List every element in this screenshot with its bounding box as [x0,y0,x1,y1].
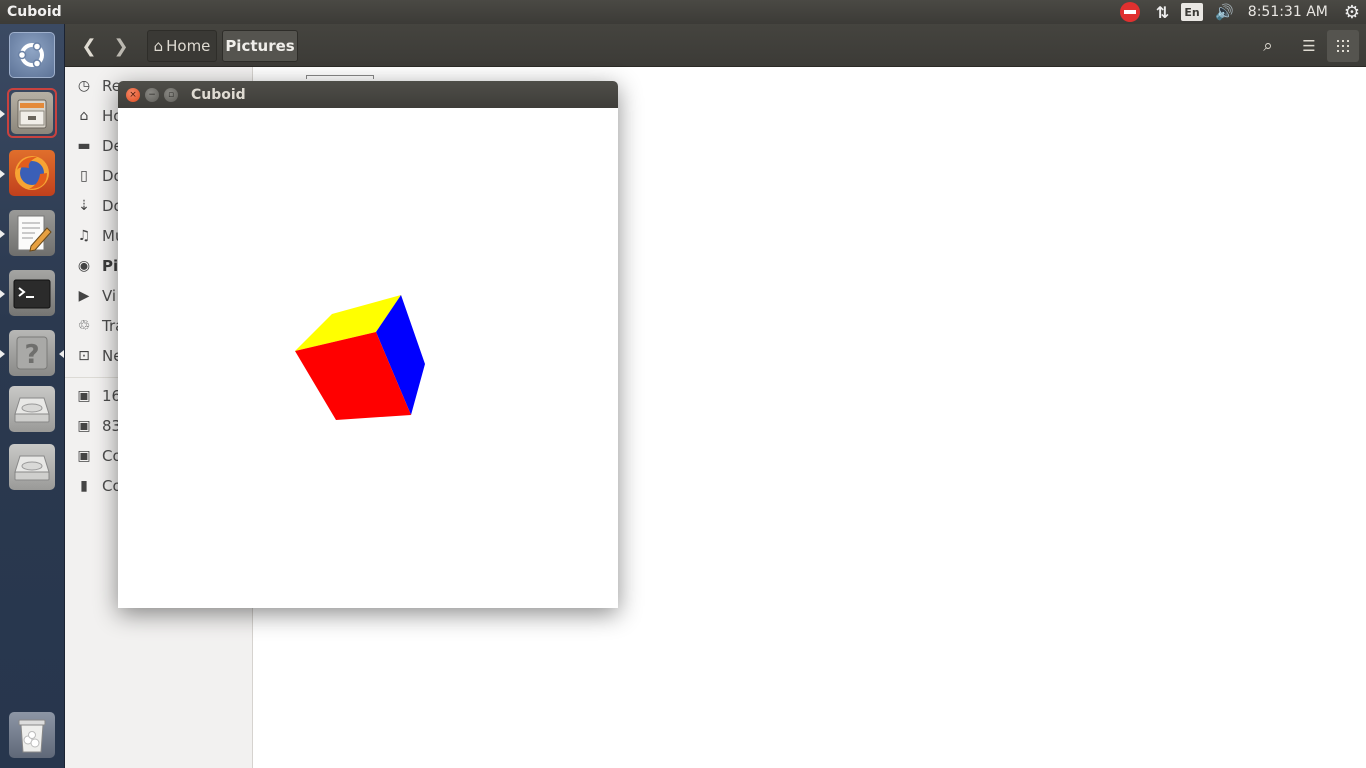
top-panel: Cuboid ⇅ En 🔊 8:51:31 AM ⚙ [0,0,1366,24]
drive-icon: ▣ [77,388,91,404]
sidebar-item-downloads[interactable]: ⇣ Do [75,191,123,221]
terminal-launcher-button[interactable] [7,268,57,318]
minimize-button[interactable]: − [145,88,159,102]
ubuntu-logo-icon [17,42,44,68]
file-cabinet-icon [17,99,47,129]
keyboard-language-indicator[interactable]: En [1181,3,1204,21]
dash-home-button[interactable] [7,30,57,80]
drive-icon: ▣ [77,418,91,434]
running-indicator [0,110,5,118]
hard-drive-icon [14,397,50,423]
music-icon: ♫ [77,228,91,244]
help-launcher-button[interactable]: ? [7,328,57,378]
firefox-icon [15,156,49,190]
running-indicator [0,290,5,298]
grid-dots-icon [1337,40,1349,52]
document-icon: ▯ [80,168,88,184]
maximize-button[interactable]: ▫ [164,88,178,102]
close-button[interactable]: × [126,88,140,102]
sidebar-item-volume-2[interactable]: ▣ 83 [75,411,121,441]
cuboid-window: × − ▫ Cuboid [118,81,618,608]
home-icon: ⌂ [153,37,164,55]
running-indicator [0,230,5,238]
path-home-button[interactable]: ⌂ Home [147,30,217,62]
text-editor-icon [17,215,52,252]
path-home-label: Home [166,37,211,55]
sidebar-item-videos[interactable]: ▶ Vi [75,281,117,311]
sidebar-item-documents[interactable]: ▯ Do [75,161,123,191]
svg-text:?: ? [24,340,39,370]
clock-icon: ◷ [77,78,91,94]
sidebar-item-recent[interactable]: ◷ Re [75,71,121,101]
focused-indicator [59,350,64,358]
system-gear-icon[interactable]: ⚙ [1344,0,1360,24]
drive-launcher-button[interactable] [7,384,57,434]
cuboid-drawing [295,295,425,420]
files-launcher-button[interactable] [7,88,57,138]
search-icon[interactable]: ⌕ [1252,30,1284,62]
drive-launcher-button-2[interactable] [7,442,57,492]
window-title: Cuboid [191,86,246,103]
sidebar-item-trash[interactable]: ♲ Tra [75,311,125,341]
video-icon: ▶ [78,288,90,304]
grid-view-icon[interactable] [1327,30,1359,62]
drive-icon: ▣ [77,448,91,464]
window-titlebar[interactable]: × − ▫ Cuboid [118,81,618,108]
sidebar-item-network[interactable]: ⊡ Ne [75,341,122,371]
cuboid-canvas[interactable] [118,108,618,608]
text-editor-launcher-button[interactable] [7,208,57,258]
trash-launcher-button[interactable] [7,710,57,760]
home-icon: ⌂ [79,108,89,124]
network-icon[interactable]: ⇅ [1156,0,1169,24]
back-button[interactable]: ❮ [73,30,105,62]
sidebar-item-connect-server[interactable]: ▮ Co [75,471,122,501]
app-title: Cuboid [7,4,62,20]
forward-button[interactable]: ❯ [105,30,137,62]
network-icon: ⊡ [78,348,90,364]
running-indicator [0,170,5,178]
server-icon: ▮ [80,478,88,494]
file-thumbnail[interactable] [306,75,374,79]
sidebar-item-desktop[interactable]: ▬ De [75,131,122,161]
launcher: ? [0,24,65,768]
terminal-icon [13,279,51,309]
clock[interactable]: 8:51:31 AM [1248,0,1328,24]
indicator-area: ⇅ En 🔊 8:51:31 AM ⚙ [1114,0,1366,24]
running-indicator [0,350,5,358]
list-view-icon[interactable]: ☰ [1293,30,1325,62]
sidebar-item-computer[interactable]: ▣ Co [75,441,121,471]
file-manager-header: ❮ ❯ ⌂ Home Pictures ⌕ ☰ [65,24,1366,67]
trash-icon [18,719,46,753]
blocked-icon[interactable] [1119,2,1140,22]
camera-icon: ◉ [77,258,91,274]
sidebar-item-volume-1[interactable]: ▣ 16 [75,381,121,411]
folder-icon: ▬ [77,138,91,154]
firefox-launcher-button[interactable] [7,148,57,198]
sidebar-item-label: Vi [102,287,117,305]
hard-drive-icon [14,455,50,481]
help-icon: ? [16,336,48,370]
path-pictures-button[interactable]: Pictures [222,30,298,62]
sound-icon[interactable]: 🔊 [1215,0,1234,24]
download-icon: ⇣ [78,198,90,214]
trash-icon: ♲ [77,318,91,334]
sidebar-item-home[interactable]: ⌂ Ho [75,101,123,131]
